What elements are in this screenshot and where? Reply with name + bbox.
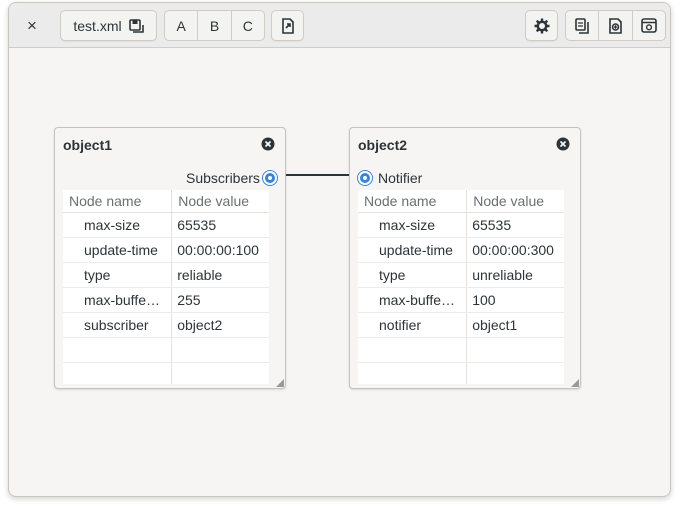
property-name: notifier [358, 312, 468, 338]
empty-row[interactable] [63, 337, 269, 363]
property-name: type [358, 262, 468, 288]
properties-table: Node name Node value max-size 65535 updat… [63, 190, 269, 384]
table-row[interactable]: max-buffe… 255 [63, 287, 269, 313]
property-value[interactable]: 255 [171, 287, 269, 313]
property-value[interactable]: 65535 [466, 212, 564, 238]
fit-view-icon [641, 18, 657, 33]
property-value[interactable]: 65535 [171, 212, 269, 238]
property-name: max-buffe… [358, 287, 468, 313]
port-label: Subscribers [186, 170, 260, 186]
close-node-icon[interactable] [556, 137, 570, 151]
column-header-name[interactable]: Node name [358, 190, 468, 213]
property-value[interactable]: object1 [466, 312, 564, 338]
property-value[interactable]: 00:00:00:300 [466, 237, 564, 263]
save-icon [128, 18, 144, 33]
abc-button-group: A B C [164, 10, 265, 41]
graph-canvas[interactable]: object1 Subscribers Node name Node value… [9, 49, 670, 496]
node-title: object1 [63, 137, 113, 153]
resize-grip-icon[interactable] [571, 379, 579, 387]
button-c[interactable]: C [232, 11, 264, 40]
header-bar: × test.xml A B C [9, 3, 670, 48]
property-value[interactable]: unreliable [466, 262, 564, 288]
settings-icon [534, 18, 550, 34]
empty-row[interactable] [358, 337, 564, 363]
property-name: subscriber [63, 312, 173, 338]
table-row[interactable]: subscriber object2 [63, 312, 269, 338]
table-row[interactable]: max-size 65535 [63, 212, 269, 238]
port-label: Notifier [378, 170, 423, 186]
node-object2[interactable]: object2 Notifier Node name Node value ma… [349, 127, 581, 389]
empty-row [358, 362, 564, 384]
table-row[interactable]: update-time 00:00:00:100 [63, 237, 269, 263]
property-name: max-buffe… [63, 287, 173, 313]
property-value[interactable]: reliable [171, 262, 269, 288]
property-name: max-size [358, 212, 468, 238]
close-icon: × [27, 15, 37, 35]
column-header-value[interactable]: Node value [171, 190, 269, 213]
app-window: × test.xml A B C object1 Subscribers Nod… [8, 2, 671, 497]
column-header-name[interactable]: Node name [63, 190, 173, 213]
copy-button[interactable] [566, 11, 600, 40]
file-button[interactable]: test.xml [60, 10, 157, 41]
button-a[interactable]: A [165, 11, 199, 40]
input-port[interactable] [358, 171, 372, 185]
table-row[interactable]: max-buffe… 100 [358, 287, 564, 313]
export-icon [281, 17, 295, 34]
output-port[interactable] [263, 171, 277, 185]
node-title: object2 [358, 137, 408, 153]
property-name: update-time [358, 237, 468, 263]
file-name: test.xml [73, 17, 122, 34]
table-row[interactable]: type reliable [63, 262, 269, 288]
export-button[interactable] [271, 10, 304, 41]
table-row[interactable]: notifier object1 [358, 312, 564, 338]
zoom-button[interactable] [599, 11, 633, 40]
table-row[interactable]: type unreliable [358, 262, 564, 288]
property-name: update-time [63, 237, 173, 263]
zoom-icon [608, 17, 623, 34]
empty-row [63, 362, 269, 384]
copy-icon [575, 17, 589, 34]
fit-view-button[interactable] [633, 11, 665, 40]
property-value[interactable]: 00:00:00:100 [171, 237, 269, 263]
table-row[interactable]: update-time 00:00:00:300 [358, 237, 564, 263]
node-object1[interactable]: object1 Subscribers Node name Node value… [54, 127, 286, 389]
property-name: max-size [63, 212, 173, 238]
button-b[interactable]: B [198, 11, 232, 40]
settings-button[interactable] [525, 10, 558, 41]
property-value[interactable]: object2 [171, 312, 269, 338]
properties-table: Node name Node value max-size 65535 updat… [358, 190, 564, 384]
property-value[interactable]: 100 [466, 287, 564, 313]
close-button[interactable]: × [17, 10, 47, 41]
column-header-value[interactable]: Node value [466, 190, 564, 213]
resize-grip-icon[interactable] [276, 379, 284, 387]
table-row[interactable]: max-size 65535 [358, 212, 564, 238]
close-node-icon[interactable] [261, 137, 275, 151]
property-name: type [63, 262, 173, 288]
view-button-group [565, 10, 666, 41]
